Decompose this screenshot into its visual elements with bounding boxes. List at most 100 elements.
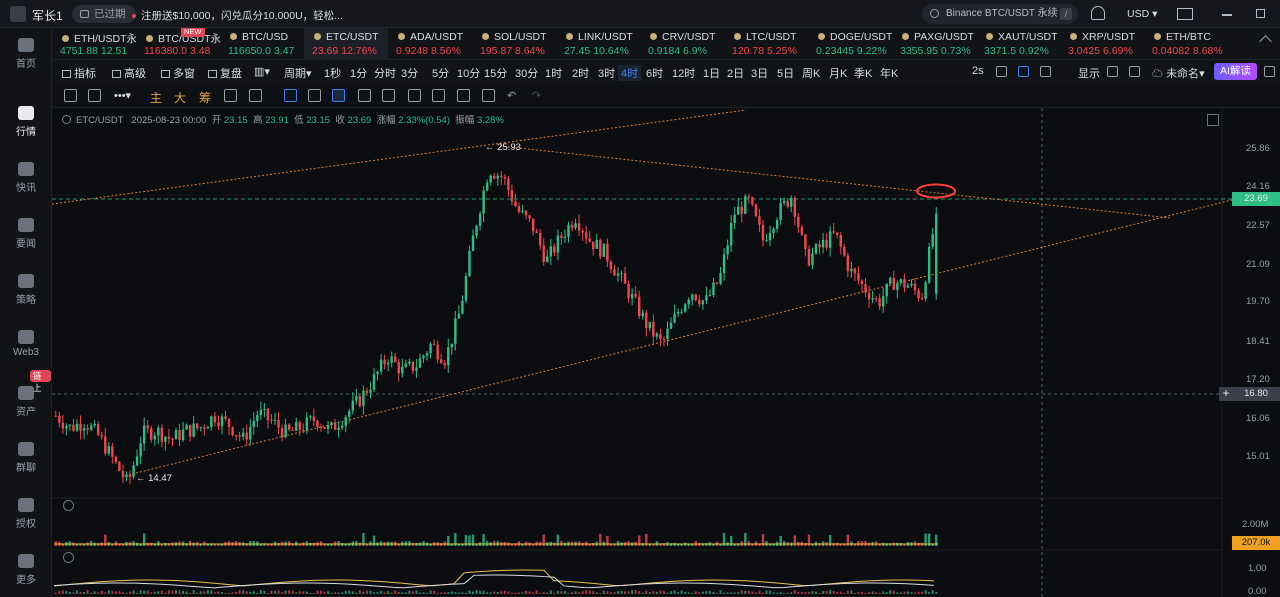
period-select[interactable]: 周期▾: [284, 65, 312, 81]
pattern-icon[interactable]: [358, 89, 371, 102]
timeframe-option[interactable]: 10分: [457, 65, 480, 81]
timeframe-option[interactable]: 1分: [350, 65, 367, 81]
multi-window-button[interactable]: 多窗: [161, 65, 195, 81]
price-chart[interactable]: ← 25.93 ← 14.47: [52, 108, 1280, 597]
big-order-toggle[interactable]: 大: [174, 89, 186, 106]
timeframe-option[interactable]: 12时: [672, 65, 695, 81]
chip-toggle[interactable]: 筹: [199, 89, 211, 106]
menu-icon[interactable]: [1264, 66, 1275, 77]
user-avatar-icon[interactable]: [10, 6, 26, 22]
replay-button[interactable]: 复盘: [208, 65, 242, 81]
global-search[interactable]: Binance BTC/USDT 永续 /: [922, 4, 1078, 24]
nav-item-3[interactable]: 要闻: [0, 218, 52, 250]
timeframe-option[interactable]: 1秒: [324, 65, 341, 81]
refresh-rate[interactable]: 2s: [972, 65, 984, 77]
timeframe-option[interactable]: 季K: [854, 65, 872, 81]
compare-icon[interactable]: [224, 89, 237, 102]
bell-icon[interactable]: [1091, 6, 1105, 20]
maximize-window-icon[interactable]: [1256, 9, 1265, 18]
trash-icon[interactable]: [482, 89, 495, 102]
collapse-tickers-icon[interactable]: [1259, 35, 1272, 48]
nav-item-6[interactable]: 资产: [0, 386, 52, 418]
lock-icon[interactable]: [408, 89, 421, 102]
candle-body: [305, 417, 309, 431]
nav-item-9[interactable]: 更多: [0, 554, 52, 586]
ticker-tab[interactable]: ETC/USDT 23.69 12.76%: [304, 28, 388, 60]
indicator-swap-icon[interactable]: [249, 89, 262, 102]
timeframe-option[interactable]: 5分: [432, 65, 449, 81]
ticker-tab[interactable]: ETH/BTC 0.04082 8.68%: [1144, 28, 1228, 60]
ticker-tab[interactable]: ETH/USDT永 4751.88 12.51: [52, 28, 136, 60]
layout-icon[interactable]: [1040, 66, 1051, 77]
expired-badge[interactable]: 已过期: [72, 5, 136, 23]
nav-item-4[interactable]: 策略: [0, 274, 52, 306]
nav-item-2[interactable]: 快讯: [0, 162, 52, 194]
display-button[interactable]: 显示: [1078, 65, 1100, 81]
username[interactable]: 军长1: [32, 7, 63, 24]
undo-icon[interactable]: ↶: [507, 89, 516, 102]
timeframe-option[interactable]: 3分: [401, 65, 418, 81]
timeframe-option[interactable]: 3时: [598, 65, 615, 81]
add-alert-button[interactable]: +: [1219, 387, 1233, 401]
more-tools-icon[interactable]: •••▾: [114, 89, 131, 102]
timeframe-option[interactable]: 15分: [484, 65, 507, 81]
timeframe-option[interactable]: 4时: [618, 65, 642, 81]
timeframe-option[interactable]: 分时: [374, 65, 396, 81]
currency-select[interactable]: USD ▾: [1127, 8, 1157, 20]
magnet-icon[interactable]: [332, 89, 345, 102]
ticker-tab[interactable]: PAXG/USDT 3355.95 0.73%: [892, 28, 976, 60]
nav-item-8[interactable]: 授权: [0, 498, 52, 530]
ticker-tab[interactable]: LINK/USDT 27.45 10.64%: [556, 28, 640, 60]
volume-settings-icon[interactable]: [63, 500, 74, 511]
oscillator-settings-icon[interactable]: [63, 552, 74, 563]
ticker-tab[interactable]: XAUT/USDT 3371.5 0.92%: [976, 28, 1060, 60]
timeframe-option[interactable]: 3日: [751, 65, 768, 81]
timeframe-option[interactable]: 1时: [545, 65, 562, 81]
nav-item-1[interactable]: 行情: [0, 106, 52, 138]
ticker-tab[interactable]: BTC/USD 116650.0 3.47: [220, 28, 304, 60]
expand-chart-icon[interactable]: [1207, 114, 1219, 126]
timeframe-option[interactable]: 1日: [703, 65, 720, 81]
timeframe-option[interactable]: 2时: [572, 65, 589, 81]
copy-icon[interactable]: [284, 89, 297, 102]
ai-analysis-button[interactable]: AI解读: [1214, 63, 1257, 80]
ticker-tab[interactable]: LTC/USDT 120.78 5.25%: [724, 28, 808, 60]
ticker-tab[interactable]: SOL/USDT 195.87 8.64%: [472, 28, 556, 60]
chart-type-icon[interactable]: ▥▾: [254, 65, 270, 78]
ticker-tab[interactable]: CRV/USDT 0.9184 6.9%: [640, 28, 724, 60]
timeframe-option[interactable]: 6时: [646, 65, 663, 81]
redo-icon[interactable]: ↷: [532, 89, 541, 102]
advanced-button[interactable]: 高级: [112, 65, 146, 81]
minimize-window-icon[interactable]: [1222, 14, 1232, 16]
nav-item-7[interactable]: 群聊: [0, 442, 52, 474]
pen-icon[interactable]: [1018, 66, 1029, 77]
timeframe-option[interactable]: 月K: [829, 65, 847, 81]
nav-item-0[interactable]: 首页: [0, 38, 52, 70]
timeframe-option[interactable]: 5日: [777, 65, 794, 81]
filter-icon[interactable]: [457, 89, 470, 102]
oscillator-bar: [454, 592, 457, 594]
fullscreen-icon[interactable]: [1129, 66, 1140, 77]
workspace-select[interactable]: ☁ 未命名▾: [1152, 65, 1205, 81]
note-icon[interactable]: [382, 89, 395, 102]
ticker-tab[interactable]: BTC/USDT永 116380.0 3.48 NEW: [136, 28, 220, 60]
screenshot-icon[interactable]: [1107, 66, 1118, 77]
timeframe-option[interactable]: 周K: [802, 65, 820, 81]
mail-icon[interactable]: [1177, 8, 1193, 20]
eraser-icon[interactable]: [308, 89, 321, 102]
promo-banner[interactable]: 注册送$10,000，闪兑瓜分10,000U，轻松...: [132, 8, 343, 23]
series-settings-icon[interactable]: [62, 115, 71, 124]
timeframe-option[interactable]: 30分: [515, 65, 538, 81]
ruler-icon[interactable]: [64, 89, 77, 102]
ticker-tab[interactable]: DOGE/USDT 0.23445 9.22%: [808, 28, 892, 60]
ticker-tab[interactable]: XRP/USDT 3.0425 6.69%: [1060, 28, 1144, 60]
settings-icon[interactable]: [996, 66, 1007, 77]
nav-item-5[interactable]: Web3: [0, 330, 52, 358]
timeframe-option[interactable]: 2日: [727, 65, 744, 81]
brush-icon[interactable]: [432, 89, 445, 102]
indicators-button[interactable]: 指标: [62, 65, 96, 81]
line-tool-icon[interactable]: [88, 89, 101, 102]
timeframe-option[interactable]: 年K: [880, 65, 898, 81]
ticker-tab[interactable]: ADA/USDT 0.9248 8.56%: [388, 28, 472, 60]
main-force-toggle[interactable]: 主: [150, 89, 162, 106]
